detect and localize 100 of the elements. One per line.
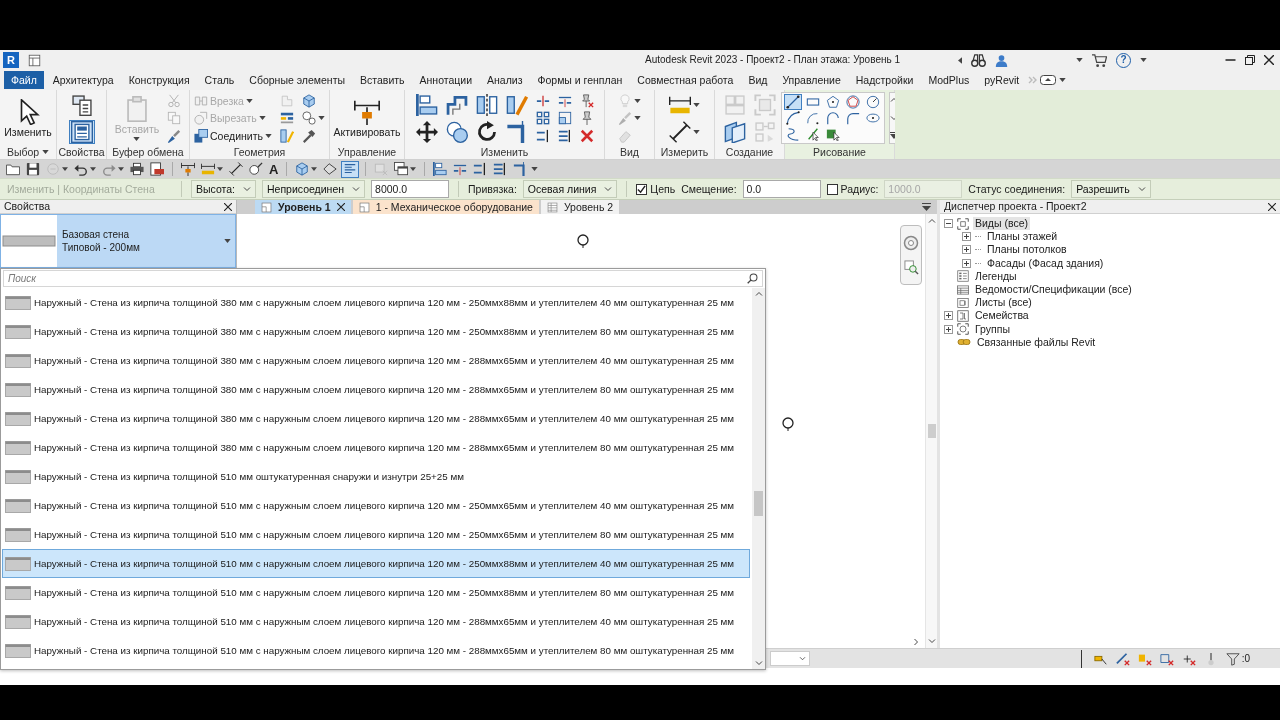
wall-type-option[interactable]: Наружный - Стена из кирпича толщиной 510 мм с наружным слоем лицевого кирпича 120 мм - 250ммх65мм и утеплителем 40 мм оштукатуренная 25 мм: [2, 491, 750, 520]
ribbon-tab[interactable]: Анализ: [481, 71, 529, 89]
wall-type-option[interactable]: Наружный - Стена из кирпича толщиной 510 мм с наружным слоем лицевого кирпича 120 мм - 288ммх65мм и утеплителем 80 мм оштукатуренная 25 мм: [2, 636, 750, 665]
ribbon-tab[interactable]: ModPlus: [922, 71, 976, 89]
text-tool-button[interactable]: A: [267, 160, 281, 178]
tree-item[interactable]: Семейства: [973, 309, 1031, 323]
tool-button[interactable]: [667, 119, 702, 144]
pick-line-icon[interactable]: [805, 127, 820, 141]
spline-icon[interactable]: [785, 127, 800, 141]
wall-type-option[interactable]: Наружный - Стена из кирпича толщиной 510 мм с наружным слоем лицевого кирпича 120 мм - 288ммх65мм и утеплителем 40 мм оштукатуренная 25 мм: [2, 607, 750, 636]
toolbar-button[interactable]: [24, 160, 42, 178]
ribbon-button[interactable]: Соединить: [192, 128, 274, 145]
ribbon-tab[interactable]: Сборные элементы: [243, 71, 351, 89]
ribbon-toggle-icon[interactable]: [1040, 75, 1057, 85]
wall-type-option[interactable]: Наружный - Стена из кирпича толщиной 510 мм с наружным слоем лицевого кирпича 120 мм - 250ммх65мм и утеплителем 80 мм оштукатуренная 25 мм: [2, 520, 750, 549]
ribbon-tab[interactable]: Аннотации: [413, 71, 479, 89]
toolbar-button[interactable]: [179, 160, 197, 178]
dropdown[interactable]: Разрешить: [1071, 180, 1151, 198]
tool-button[interactable]: [300, 128, 318, 145]
toggle-button[interactable]: [68, 119, 95, 144]
scroll-thumb[interactable]: [754, 491, 763, 517]
toolbar-button[interactable]: [321, 160, 340, 178]
toolbar-button[interactable]: [392, 160, 419, 178]
toggle-button[interactable]: [341, 160, 360, 178]
wall-type-option[interactable]: Наружный - Стена из кирпича толщиной 380 мм с наружным слоем лицевого кирпича 120 мм - 250ммх88мм и утеплителем 40 мм оштукатуренная 25 мм: [2, 288, 750, 317]
dropdown[interactable]: Неприсоединен: [262, 180, 366, 198]
checkbox-label[interactable]: Радиус:: [840, 182, 879, 196]
tool-button[interactable]: [413, 93, 440, 118]
ribbon-button[interactable]: Активировать: [331, 96, 403, 141]
binoculars-icon[interactable]: [971, 52, 986, 68]
arc-fillet-icon[interactable]: [845, 111, 860, 125]
pentagon-icon[interactable]: [825, 95, 840, 109]
user-icon[interactable]: [995, 53, 1008, 67]
line-select-icon[interactable]: [1115, 651, 1130, 666]
pentagon-outer-icon[interactable]: [845, 95, 860, 109]
minimize-icon[interactable]: [1225, 59, 1236, 61]
text-field[interactable]: 0.0: [742, 180, 821, 198]
wall-type-option[interactable]: Наружный - Стена из кирпича толщиной 380 мм с наружным слоем лицевого кирпича 120 мм - 288ммх65мм и утеплителем 80 мм оштукатуренная 25 мм: [2, 375, 750, 404]
tree-item[interactable]: Группы: [973, 322, 1012, 336]
view-tab[interactable]: 1 - Механическое оборудование: [352, 200, 539, 214]
draw-tool-button[interactable]: [783, 94, 802, 110]
tab-menu-icon[interactable]: [922, 203, 931, 211]
scrollbar[interactable]: [752, 288, 765, 669]
wall-type-option[interactable]: Наружный - Стена из кирпича толщиной 380 мм с наружным слоем лицевого кирпича 120 мм - 288ммх65мм и утеплителем 80 мм оштукатуренная 25 мм: [2, 433, 750, 462]
search-field[interactable]: Поиск: [3, 270, 763, 287]
plus-box-icon[interactable]: [944, 324, 953, 334]
window-icon[interactable]: [28, 53, 41, 67]
restore-icon[interactable]: [1245, 55, 1255, 65]
view-tab[interactable]: Уровень 2: [540, 200, 620, 214]
tree-item[interactable]: Связанные файлы Revit: [975, 335, 1098, 349]
scrollbar[interactable]: [925, 214, 937, 648]
ribbon-tab[interactable]: Формы и генплан: [531, 71, 629, 89]
plus-box-icon[interactable]: [962, 232, 971, 242]
wall-type-option[interactable]: Наружный - Стена из кирпича толщиной 380 мм с наружным слоем лицевого кирпича 120 мм - 250ммх88мм и утеплителем 80 мм оштукатуренная 25 мм: [2, 317, 750, 346]
tree-item[interactable]: Легенды: [973, 269, 1019, 283]
view-tab[interactable]: Уровень 1: [255, 200, 351, 214]
wall-type-option[interactable]: Наружный - Стена из кирпича толщиной 380 мм с наружным слоем лицевого кирпича 120 мм - 288ммх65мм и утеплителем 40 мм оштукатуренная 25 мм: [2, 404, 750, 433]
app-logo[interactable]: R: [3, 52, 19, 68]
tree-item[interactable]: Ведомости/Спецификации (все): [973, 283, 1134, 297]
tree-item[interactable]: Виды (все): [973, 217, 1030, 231]
tree-item[interactable]: Листы (все): [973, 296, 1034, 310]
close-icon[interactable]: [1268, 202, 1276, 211]
search-icon[interactable]: [747, 273, 758, 284]
ribbon-tab[interactable]: Архитектура: [46, 71, 120, 89]
dropdown[interactable]: Осевая линия: [522, 180, 618, 198]
ribbon-tab[interactable]: Конструкция: [122, 71, 196, 89]
toolbar-button[interactable]: [148, 160, 166, 178]
caret-icon[interactable]: [1059, 78, 1067, 82]
ribbon-tab[interactable]: Вид: [742, 71, 774, 89]
minus-box-icon[interactable]: [944, 219, 953, 229]
customize-caret-icon[interactable]: [531, 167, 539, 171]
file-tab[interactable]: Файл: [4, 71, 44, 89]
wall-type-option[interactable]: Наружный - Стена из кирпича толщиной 510 мм с наружным слоем лицевого кирпича 120 мм - 250ммх88мм и утеплителем 40 мм оштукатуренная 25 мм: [2, 549, 750, 578]
ribbon-tab[interactable]: Вставить: [354, 71, 411, 89]
wall-type-option[interactable]: Наружный - Стена из кирпича толщиной 510 мм оштукатуренная снаружи и изнутри 25+25 мм: [2, 462, 750, 491]
panel-title[interactable]: Выбор: [6, 145, 50, 159]
tree-item[interactable]: Планы потолков: [985, 243, 1069, 257]
toolbar-button[interactable]: [247, 160, 265, 178]
ribbon-button[interactable]: Изменить: [2, 96, 54, 141]
arrow-left-icon[interactable]: [958, 56, 962, 64]
wall-type-option[interactable]: Наружный - Стена из кирпича толщиной 510 мм с наружным слоем лицевого кирпича 120 мм - 250ммх88мм и утеплителем 80 мм оштукатуренная 25 мм: [2, 578, 750, 607]
close-icon[interactable]: [336, 203, 345, 211]
ribbon-tab[interactable]: Совместная работа: [631, 71, 740, 89]
tree-item[interactable]: Фасады (Фасад здания): [985, 256, 1106, 270]
plus-box-icon[interactable]: [962, 245, 971, 255]
ribbon-tab[interactable]: Сталь: [198, 71, 241, 89]
checkbox-label[interactable]: Цепь: [650, 182, 676, 196]
ellipse-icon[interactable]: [865, 111, 880, 125]
close-icon[interactable]: [224, 202, 232, 211]
circle-center-icon[interactable]: [865, 95, 880, 109]
close-icon[interactable]: [1264, 55, 1274, 65]
scroll-thumb[interactable]: [927, 424, 936, 438]
caret-icon[interactable]: [1140, 58, 1147, 62]
plus-box-icon[interactable]: [944, 311, 953, 321]
ribbon-tab[interactable]: pyRevit: [978, 71, 1026, 89]
toolbar-button[interactable]: [227, 160, 245, 178]
face-select-icon[interactable]: [1159, 651, 1174, 666]
arc-center-icon[interactable]: [805, 111, 820, 125]
text-field[interactable]: 8000.0: [371, 180, 450, 198]
tree-item[interactable]: Планы этажей: [985, 230, 1060, 244]
